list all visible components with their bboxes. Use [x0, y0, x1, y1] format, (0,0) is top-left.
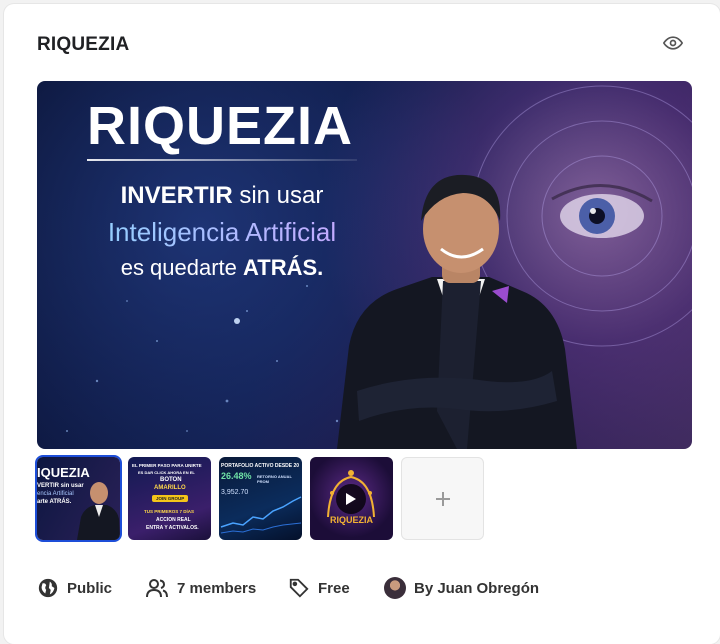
thumb2-line6: ACCION REAL: [156, 517, 191, 523]
eye-icon: [663, 36, 683, 50]
globe-icon: [38, 578, 58, 598]
members-label: 7 members: [177, 579, 257, 597]
hero-line1-bold: INVERTIR: [120, 182, 233, 209]
hero-divider: [87, 159, 357, 161]
hero-banner[interactable]: RIQUEZIA INVERTIR sin usar Inteligencia …: [37, 81, 692, 449]
thumbnail-3[interactable]: PORTAFOLIO ACTIVO DESDE 20 26.48% RETORN…: [219, 457, 302, 540]
group-title: RIQUEZIA: [37, 34, 130, 55]
tag-icon: [289, 578, 309, 598]
hero-line3-bold: ATRÁS.: [243, 255, 324, 280]
meta-members[interactable]: 7 members: [145, 576, 256, 600]
thumbnail-2[interactable]: EL PRIMER PASO PARA UNIRTE ES DAR CLICK …: [128, 457, 211, 540]
thumb2-line5: TUS PRIMEROS 7 DÍAS: [144, 509, 195, 514]
avatar: [384, 577, 406, 599]
thumb2-line4: AMARILLO: [154, 485, 186, 491]
play-button[interactable]: [336, 484, 366, 514]
thumbnail-1[interactable]: IQUEZIA VERTIR sin usar encia Artificial…: [37, 457, 120, 540]
thumb2-join-button: JOIN GROUP: [152, 495, 189, 502]
members-icon: [146, 579, 168, 598]
thumb2-line7: ENTRA Y ACTIVALOS.: [146, 525, 199, 531]
hero-line3-start: es quedarte: [120, 255, 244, 280]
meta-owner[interactable]: By Juan Obregón: [384, 576, 539, 600]
presenter-figure: [337, 174, 577, 449]
owner-label: By Juan Obregón: [414, 579, 540, 597]
privacy-label: Public: [67, 579, 113, 597]
play-icon: [346, 493, 356, 505]
plus-icon: [435, 491, 450, 506]
thumbnail-4-video[interactable]: RIQUEZIA: [310, 457, 393, 540]
hero-line2: Inteligencia Artificial: [77, 213, 367, 251]
thumb2-line3: BOTON: [160, 477, 182, 483]
group-card: RIQUEZIA RIQUEZIA INVERTIR sin usar Inte…: [4, 4, 720, 644]
thumb1-figure: [77, 482, 120, 540]
add-media-button[interactable]: [401, 457, 484, 540]
thumb2-line1: EL PRIMER PASO PARA UNIRTE: [132, 463, 202, 468]
thumb2-line2: ES DAR CLICK AHORA EN EL: [138, 470, 195, 475]
thumb4-brand: RIQUEZIA: [330, 515, 374, 525]
meta-price: Free: [288, 576, 350, 600]
hero-brand: RIQUEZIA: [87, 96, 354, 156]
thumb3-chart-graphic: [220, 496, 302, 534]
hero-copy: INVERTIR sin usar Inteligencia Artificia…: [77, 179, 367, 285]
meta-privacy: Public: [37, 576, 112, 600]
visibility-button[interactable]: [660, 30, 686, 56]
hero-line1-rest: sin usar: [232, 182, 324, 209]
price-label: Free: [318, 579, 350, 597]
